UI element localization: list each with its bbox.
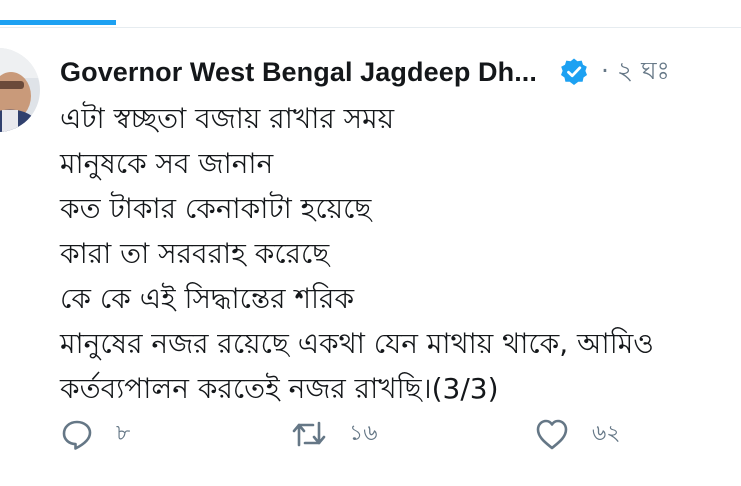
tweet-line: কে কে এই সিদ্ধান্তের শরিক bbox=[60, 282, 355, 315]
like-heart-icon bbox=[536, 419, 568, 450]
tweet-line: এটা স্বচ্ছতা বজায় রাখার সময় bbox=[60, 102, 395, 135]
tweet-line: কর্তব্যপালন করতেই নজর রাখছি।(3/3) bbox=[60, 372, 499, 405]
verified-badge-icon bbox=[559, 57, 589, 87]
tweet-text: এটা স্বচ্ছতা বজায় রাখার সময় মানুষকে সব… bbox=[60, 96, 741, 411]
retweet-button[interactable]: ১৬ bbox=[291, 412, 378, 456]
tweet-actions: ৮ ১৬ ৬২ bbox=[60, 412, 740, 456]
like-count: ৬২ bbox=[592, 420, 621, 446]
divider bbox=[0, 27, 741, 28]
reply-button[interactable]: ৮ bbox=[60, 412, 130, 456]
tweet-screen: Governor West Bengal Jagdeep Dh... · ২ ঘ… bbox=[0, 0, 741, 486]
like-button[interactable]: ৬২ bbox=[534, 412, 621, 456]
tweet-line: কত টাকার কেনাকাটা হয়েছে bbox=[60, 192, 372, 225]
tweet-line: মানুষকে সব জানান bbox=[60, 147, 274, 180]
avatar-photo-icon bbox=[0, 48, 40, 132]
active-tab-indicator[interactable] bbox=[0, 20, 116, 25]
reply-icon bbox=[62, 420, 92, 450]
tweet-line: কারা তা সরবরাহ করেছে bbox=[60, 237, 330, 270]
top-tab-bar bbox=[0, 0, 741, 28]
tweet-time[interactable]: · ২ ঘঃ bbox=[601, 51, 670, 94]
author-name[interactable]: Governor West Bengal Jagdeep Dh... bbox=[60, 57, 537, 88]
retweet-icon bbox=[292, 421, 326, 447]
tweet-header: Governor West Bengal Jagdeep Dh... · ২ ঘ… bbox=[60, 52, 670, 92]
avatar[interactable] bbox=[0, 48, 40, 132]
reply-count: ৮ bbox=[116, 420, 131, 446]
tweet-line: মানুষের নজর রয়েছে একথা যেন মাথায় থাকে,… bbox=[60, 327, 654, 360]
retweet-count: ১৬ bbox=[349, 420, 378, 446]
